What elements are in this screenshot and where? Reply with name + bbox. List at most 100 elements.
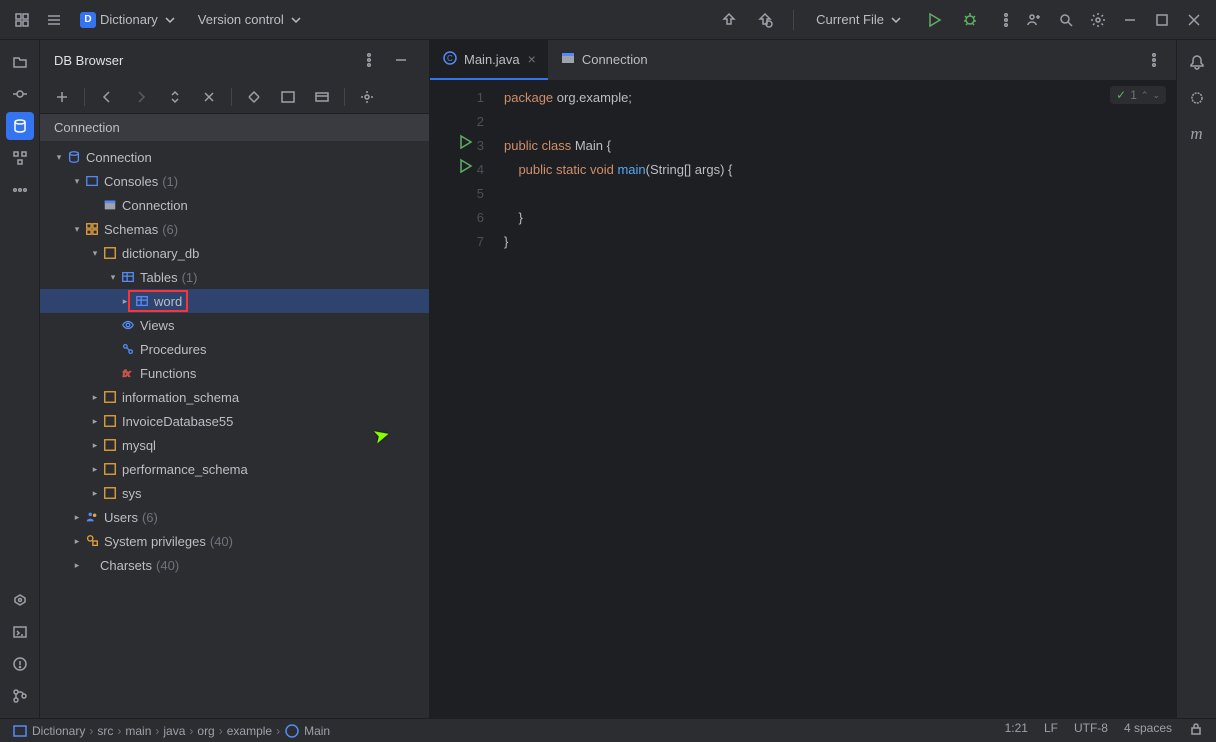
nav-up-down-icon[interactable] xyxy=(161,83,189,111)
tree-functions[interactable]: fx Functions xyxy=(40,361,429,385)
expand-arrow-icon[interactable]: ▸ xyxy=(70,560,84,571)
line-separator[interactable]: LF xyxy=(1044,721,1058,740)
breadcrumb-item[interactable]: main xyxy=(125,724,151,738)
tree-console-item[interactable]: Connection xyxy=(40,193,429,217)
run-config-label: Current File xyxy=(816,12,884,27)
functions-icon: fx xyxy=(120,365,136,381)
project-tool-icon[interactable] xyxy=(6,48,34,76)
diagram-icon[interactable] xyxy=(308,83,336,111)
tree-label: System privileges xyxy=(104,534,206,549)
tree-sys[interactable]: ▸ sys xyxy=(40,481,429,505)
inspection-widget[interactable]: ✓ 1 ⌃ ⌄ xyxy=(1110,86,1166,104)
tool-options-icon[interactable] xyxy=(355,46,383,74)
tree-mysql[interactable]: ▸ mysql xyxy=(40,433,429,457)
code-with-me-icon[interactable] xyxy=(1020,6,1048,34)
code-editor[interactable]: package org.example; public class Main {… xyxy=(492,80,1176,718)
git-tool-icon[interactable] xyxy=(6,682,34,710)
tree-count: (1) xyxy=(162,174,178,189)
close-tab-icon[interactable]: × xyxy=(528,51,536,67)
tree-consoles[interactable]: ▾ Consoles (1) xyxy=(40,169,429,193)
run-button[interactable] xyxy=(920,6,948,34)
services-tool-icon[interactable] xyxy=(6,586,34,614)
tree-label: Schemas xyxy=(104,222,158,237)
ai-assistant-icon[interactable] xyxy=(1183,84,1211,112)
breadcrumb-item[interactable]: java xyxy=(163,724,185,738)
maven-icon[interactable]: m xyxy=(1183,120,1211,148)
app-menu-icon[interactable] xyxy=(8,6,36,34)
tree-sys-priv[interactable]: ▸ System privileges (40) xyxy=(40,529,429,553)
disconnect-icon[interactable] xyxy=(195,83,223,111)
settings-icon[interactable] xyxy=(1084,6,1112,34)
editor-tab-main[interactable]: C Main.java × xyxy=(430,40,548,80)
chevron-up-icon[interactable]: ⌃ xyxy=(1141,90,1149,101)
cursor-position[interactable]: 1:21 xyxy=(1005,721,1028,740)
readonly-lock-icon[interactable] xyxy=(1188,721,1204,740)
gutter-run-icon[interactable] xyxy=(453,134,473,158)
expand-arrow-icon[interactable]: ▾ xyxy=(52,152,66,163)
expand-arrow-icon[interactable]: ▾ xyxy=(70,224,84,235)
expand-arrow-icon[interactable]: ▸ xyxy=(88,416,102,427)
tree-users[interactable]: ▸ Users (6) xyxy=(40,505,429,529)
expand-arrow-icon[interactable]: ▾ xyxy=(88,248,102,259)
hamburger-icon[interactable] xyxy=(40,6,68,34)
expand-arrow-icon[interactable]: ▸ xyxy=(88,392,102,403)
build-icon[interactable] xyxy=(715,6,743,34)
gutter-run-icon[interactable] xyxy=(453,158,473,182)
editor-options-icon[interactable] xyxy=(1140,46,1168,74)
tree-tables[interactable]: ▾ Tables (1) xyxy=(40,265,429,289)
problems-tool-icon[interactable] xyxy=(6,650,34,678)
breadcrumb-item[interactable]: src xyxy=(97,724,113,738)
tree-procedures[interactable]: Procedures xyxy=(40,337,429,361)
tree-dict-db[interactable]: ▾ dictionary_db xyxy=(40,241,429,265)
build-restart-icon[interactable] xyxy=(751,6,779,34)
tree-label: sys xyxy=(122,486,142,501)
tree-connection-root[interactable]: ▾ Connection xyxy=(40,145,429,169)
commit-tool-icon[interactable] xyxy=(6,80,34,108)
search-icon[interactable] xyxy=(1052,6,1080,34)
expand-arrow-icon[interactable]: ▸ xyxy=(70,536,84,547)
file-encoding[interactable]: UTF-8 xyxy=(1074,721,1108,740)
notifications-icon[interactable] xyxy=(1183,48,1211,76)
terminal-tool-icon[interactable] xyxy=(6,618,34,646)
close-icon[interactable] xyxy=(1180,6,1208,34)
breadcrumb-item[interactable]: org xyxy=(197,724,214,738)
tree-word-table[interactable]: ▸ word xyxy=(40,289,429,313)
expand-arrow-icon[interactable]: ▸ xyxy=(88,464,102,475)
db-browser-tool-icon[interactable] xyxy=(6,112,34,140)
expand-arrow-icon[interactable]: ▸ xyxy=(88,440,102,451)
minimize-icon[interactable] xyxy=(1116,6,1144,34)
hide-tool-icon[interactable] xyxy=(387,46,415,74)
tree-charsets[interactable]: ▸ Charsets (40) xyxy=(40,553,429,577)
project-selector[interactable]: D Dictionary xyxy=(72,8,186,32)
breadcrumb-item[interactable]: Main xyxy=(284,723,330,739)
indent-setting[interactable]: 4 spaces xyxy=(1124,721,1172,740)
expand-arrow-icon[interactable]: ▾ xyxy=(106,272,120,283)
expand-arrow-icon[interactable]: ▾ xyxy=(70,176,84,187)
vcs-dropdown[interactable]: Version control xyxy=(190,8,312,32)
connection-tab[interactable]: Connection xyxy=(40,114,429,141)
tool-settings-icon[interactable] xyxy=(353,83,381,111)
tree-views[interactable]: Views xyxy=(40,313,429,337)
expand-arrow-icon[interactable]: ▸ xyxy=(70,512,84,523)
console-icon[interactable] xyxy=(274,83,302,111)
breadcrumb-item[interactable]: Dictionary xyxy=(12,723,85,739)
tree-info-schema[interactable]: ▸ information_schema xyxy=(40,385,429,409)
tree-perf-schema[interactable]: ▸ performance_schema xyxy=(40,457,429,481)
more-actions-icon[interactable] xyxy=(992,6,1020,34)
more-tools-icon[interactable] xyxy=(6,176,34,204)
expand-arrow-icon[interactable]: ▸ xyxy=(88,488,102,499)
chevron-down-icon xyxy=(162,12,178,28)
structure-tool-icon[interactable] xyxy=(6,144,34,172)
run-config-dropdown[interactable]: Current File xyxy=(808,8,912,32)
breadcrumb-item[interactable]: example xyxy=(227,724,272,738)
editor-tab-connection[interactable]: Connection xyxy=(548,40,660,80)
tree-invoice-db[interactable]: ▸ InvoiceDatabase55 xyxy=(40,409,429,433)
tree-schemas[interactable]: ▾ Schemas (6) xyxy=(40,217,429,241)
add-connection-button[interactable] xyxy=(48,83,76,111)
debug-button[interactable] xyxy=(956,6,984,34)
nav-forward-icon[interactable] xyxy=(127,83,155,111)
maximize-icon[interactable] xyxy=(1148,6,1176,34)
open-object-icon[interactable] xyxy=(240,83,268,111)
nav-back-icon[interactable] xyxy=(93,83,121,111)
chevron-down-icon[interactable]: ⌄ xyxy=(1152,90,1160,101)
